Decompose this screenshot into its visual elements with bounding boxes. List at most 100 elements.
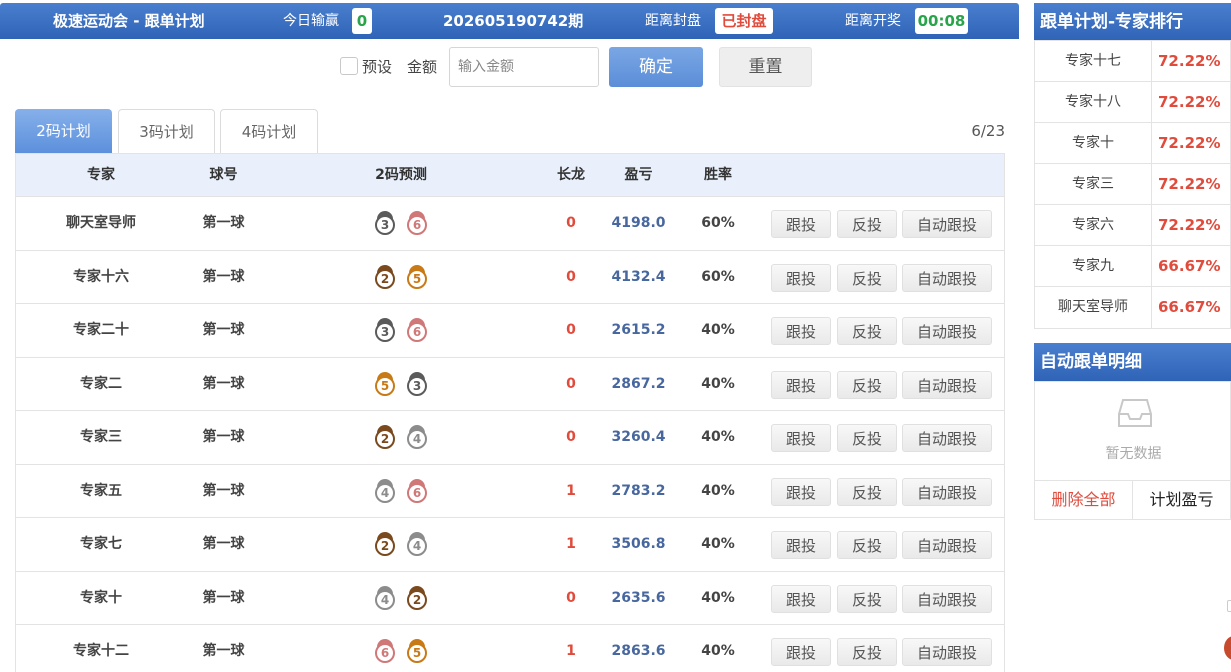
- auto-follow-button[interactable]: 自动跟投: [902, 210, 992, 238]
- ball-number: 第一球: [202, 322, 245, 338]
- ranking-name: 专家十: [1035, 123, 1152, 163]
- auto-follow-button[interactable]: 自动跟投: [902, 531, 992, 559]
- zodiac-ball-icon: 3: [406, 371, 428, 396]
- follow-bet-button[interactable]: 跟投: [771, 477, 831, 506]
- ranking-item[interactable]: 专家十 72.22%: [1035, 123, 1230, 164]
- col-prediction: 2码预测: [375, 167, 427, 183]
- zodiac-ball-icon: 6: [374, 639, 396, 663]
- amount-input[interactable]: [449, 47, 599, 87]
- plan-table: 专家 球号 2码预测 长龙 盈亏 胜率 聊天室导师 第一球 3 6 0 4198.0 60%…: [15, 153, 1005, 672]
- reverse-bet-button[interactable]: 反投: [837, 317, 897, 345]
- ball-number: 第一球: [202, 375, 245, 392]
- zodiac-ball-icon: 3: [374, 318, 396, 342]
- follow-bet-button[interactable]: 跟投: [771, 370, 831, 399]
- reverse-bet-button[interactable]: 反投: [837, 584, 897, 613]
- win-rate: 40%: [701, 322, 735, 338]
- prediction-cell: 36: [346, 304, 456, 357]
- plan-profit-button[interactable]: 计划盈亏: [1133, 481, 1230, 519]
- ranking-name: 专家十七: [1035, 41, 1152, 81]
- prediction-cell: 53: [346, 358, 456, 411]
- empty-data-text: 暂无数据: [1105, 446, 1162, 462]
- tab-3-code-plan[interactable]: 3码计划: [118, 109, 215, 153]
- reverse-bet-button[interactable]: 反投: [837, 638, 897, 666]
- profit-value: 2615.2: [611, 322, 666, 338]
- prediction-cell: 36: [346, 197, 456, 250]
- profit-value: 4132.4: [611, 268, 666, 285]
- profit-value: 3260.4: [611, 429, 666, 445]
- reverse-bet-button[interactable]: 反投: [837, 424, 897, 452]
- ranking-rate: 72.22%: [1158, 175, 1221, 193]
- follow-bet-button[interactable]: 跟投: [771, 584, 831, 613]
- ball-number: 第一球: [202, 429, 245, 445]
- expert-name: 专家五: [80, 482, 122, 499]
- ranking-name: 专家六: [1035, 205, 1152, 245]
- expert-name: 聊天室导师: [66, 215, 136, 231]
- table-header: 专家 球号 2码预测 长龙 盈亏 胜率: [16, 154, 1004, 197]
- inbox-empty-icon: [1118, 399, 1152, 427]
- zodiac-ball-icon: 2: [374, 264, 396, 289]
- zodiac-ball-icon: 5: [406, 639, 428, 663]
- follow-bet-button[interactable]: 跟投: [771, 638, 831, 666]
- dragon-count: 0: [566, 375, 576, 392]
- ranking-item[interactable]: 专家三 72.22%: [1035, 164, 1230, 205]
- close-label: 距离封盘: [645, 13, 701, 29]
- ranking-item[interactable]: 聊天室导师 66.67%: [1035, 287, 1230, 328]
- dragon-count: 0: [566, 589, 576, 606]
- follow-bet-button[interactable]: 跟投: [771, 210, 831, 238]
- tab-4-code-plan[interactable]: 4码计划: [220, 109, 318, 153]
- amount-label: 金额: [407, 58, 438, 76]
- ranking-rate: 72.22%: [1158, 52, 1221, 70]
- auto-follow-button[interactable]: 自动跟投: [902, 370, 992, 399]
- auto-follow-button[interactable]: 自动跟投: [902, 638, 992, 666]
- auto-follow-button[interactable]: 自动跟投: [902, 317, 992, 345]
- ranking-name: 专家十八: [1035, 82, 1152, 122]
- ranking-item[interactable]: 专家九 66.67%: [1035, 246, 1230, 287]
- confirm-button[interactable]: 确定: [609, 47, 703, 87]
- prediction-cell: 65: [346, 625, 456, 672]
- prediction-cell: 42: [346, 572, 456, 625]
- scroll-handle[interactable]: [1227, 600, 1231, 612]
- reverse-bet-button[interactable]: 反投: [837, 263, 897, 292]
- preset-label: 预设: [362, 58, 393, 76]
- table-row: 专家二十 第一球 3 6 0 2615.2 40% 跟投 反投 自动跟投: [16, 304, 1004, 358]
- draw-countdown-badge: 00:08: [915, 8, 968, 34]
- follow-bet-button[interactable]: 跟投: [771, 317, 831, 345]
- auto-follow-button[interactable]: 自动跟投: [902, 584, 992, 613]
- col-win-rate: 胜率: [704, 167, 732, 183]
- auto-follow-button[interactable]: 自动跟投: [902, 424, 992, 452]
- prediction-cell: 24: [346, 411, 456, 464]
- table-row: 专家五 第一球 4 6 1 2783.2 40% 跟投 反投 自动跟投: [16, 465, 1004, 518]
- ranking-name: 专家三: [1035, 164, 1152, 204]
- reset-button[interactable]: 重置: [719, 47, 812, 87]
- prediction-cell: 24: [346, 518, 456, 571]
- table-row: 专家三 第一球 2 4 0 3260.4 40% 跟投 反投 自动跟投: [16, 411, 1004, 465]
- reverse-bet-button[interactable]: 反投: [837, 370, 897, 399]
- tab-2-code-plan[interactable]: 2码计划: [15, 109, 112, 153]
- follow-bet-button[interactable]: 跟投: [771, 424, 831, 452]
- win-rate: 40%: [701, 589, 735, 606]
- auto-follow-button[interactable]: 自动跟投: [902, 477, 992, 506]
- ranking-item[interactable]: 专家十八 72.22%: [1035, 82, 1230, 123]
- main-panel: 极速运动会 - 跟单计划 今日输赢 0 202605190742期 距离封盘 已…: [0, 0, 1019, 672]
- expert-name: 专家三: [80, 429, 122, 445]
- preset-checkbox[interactable]: [340, 57, 358, 75]
- ranking-rate: 72.22%: [1158, 216, 1221, 234]
- auto-follow-button[interactable]: 自动跟投: [902, 263, 992, 292]
- auto-detail-footer: 删除全部 计划盈亏: [1035, 480, 1230, 519]
- close-status-badge: 已封盘: [715, 8, 773, 34]
- col-dragon: 长龙: [557, 167, 585, 183]
- ranking-item[interactable]: 专家六 72.22%: [1035, 205, 1230, 246]
- ball-number: 第一球: [202, 643, 245, 659]
- reverse-bet-button[interactable]: 反投: [837, 477, 897, 506]
- ranking-rate: 72.22%: [1158, 93, 1221, 111]
- delete-all-button[interactable]: 删除全部: [1035, 481, 1133, 519]
- reverse-bet-button[interactable]: 反投: [837, 531, 897, 559]
- reverse-bet-button[interactable]: 反投: [837, 210, 897, 238]
- period-number: 202605190742期: [443, 12, 584, 30]
- ranking-rate: 66.67%: [1158, 298, 1221, 316]
- follow-bet-button[interactable]: 跟投: [771, 531, 831, 559]
- win-rate: 40%: [701, 643, 735, 659]
- follow-bet-button[interactable]: 跟投: [771, 263, 831, 292]
- dragon-count: 1: [566, 482, 576, 499]
- ranking-item[interactable]: 专家十七 72.22%: [1035, 41, 1230, 82]
